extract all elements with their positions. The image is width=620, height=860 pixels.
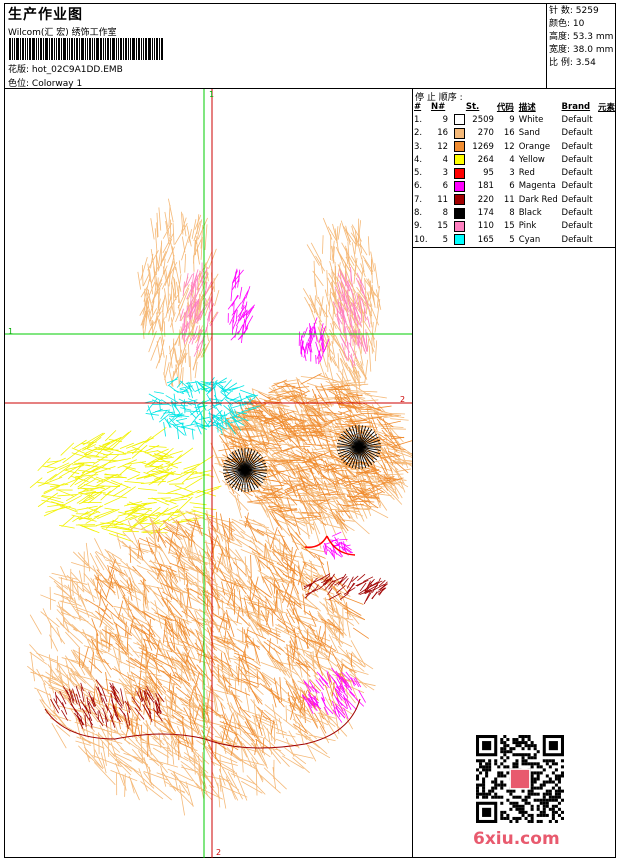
guide-label-v2: 2	[216, 848, 222, 857]
color-swatch	[454, 127, 466, 139]
color-row: 8. 8 174 8 Black Default	[414, 207, 593, 219]
colorway-label: 色位:	[8, 79, 30, 89]
guide-label-v1: 1	[209, 90, 215, 99]
file-line: 花版: hot_02C9A1DD.EMB	[8, 62, 123, 75]
qr-code	[476, 735, 564, 823]
embroidery-canvas	[5, 89, 412, 858]
color-row: 1. 9 2509 9 White Default	[414, 114, 593, 126]
page-title: 生产作业图	[8, 7, 83, 23]
color-row: 10. 5 165 5 Cyan Default	[414, 234, 593, 246]
color-row: 9. 15 110 15 Pink Default	[414, 220, 593, 232]
color-swatch	[454, 234, 466, 246]
color-row: 6. 6 181 6 Magenta Default	[414, 180, 593, 192]
spec-width: 宽度: 38.0 mm	[549, 45, 614, 55]
color-swatch	[454, 114, 466, 126]
barcode	[9, 38, 164, 60]
color-swatch	[454, 141, 466, 153]
color-swatch	[454, 207, 466, 219]
company-name: Wilcom(汇 宏) 绣饰工作室	[8, 28, 117, 38]
color-swatch	[454, 194, 466, 206]
canvas-divider	[412, 88, 413, 857]
watermark-logo: 6xiu.com	[473, 829, 560, 849]
spec-colors: 颜色: 10	[549, 19, 585, 29]
color-swatch	[454, 180, 466, 192]
file-name: hot_02C9A1DD.EMB	[31, 65, 123, 75]
spec-stitches: 针 数: 5259	[549, 6, 599, 16]
color-row: 3. 12 1269 12 Orange Default	[414, 141, 593, 153]
spec-scale: 比 例: 3.54	[549, 58, 596, 68]
rabbit-embroidery	[27, 198, 412, 816]
color-row: 2. 16 270 16 Sand Default	[414, 127, 593, 139]
color-row: 4. 4 264 4 Yellow Default	[414, 154, 593, 166]
design-specs: 针 数: 5259 颜色: 10 高度: 53.3 mm 宽度: 38.0 mm…	[549, 5, 613, 70]
color-swatch	[454, 167, 466, 179]
guide-label-h2: 2	[400, 395, 406, 404]
color-swatch	[454, 154, 466, 166]
spec-divider	[546, 4, 547, 88]
spec-height: 高度: 53.3 mm	[549, 32, 614, 42]
colorway-line: 色位: Colorway 1	[8, 76, 82, 89]
color-table: # N# St. 代码 描述 Brand 元素 1. 9 2509 9 White Def…	[414, 100, 615, 246]
guide-label-h1: 1	[8, 327, 14, 336]
color-table-header: # N# St. 代码 描述 Brand 元素	[414, 101, 615, 113]
color-row: 5. 3 95 3 Red Default	[414, 167, 593, 179]
color-row: 7. 11 220 11 Dark Red Default	[414, 194, 593, 206]
worksheet: 生产作业图 Wilcom(汇 宏) 绣饰工作室 花版: hot_02C9A1DD…	[4, 3, 616, 858]
colorway-name: Colorway 1	[31, 79, 83, 89]
color-list-divider	[412, 247, 615, 248]
file-label: 花版:	[8, 65, 30, 75]
color-swatch	[454, 220, 466, 232]
